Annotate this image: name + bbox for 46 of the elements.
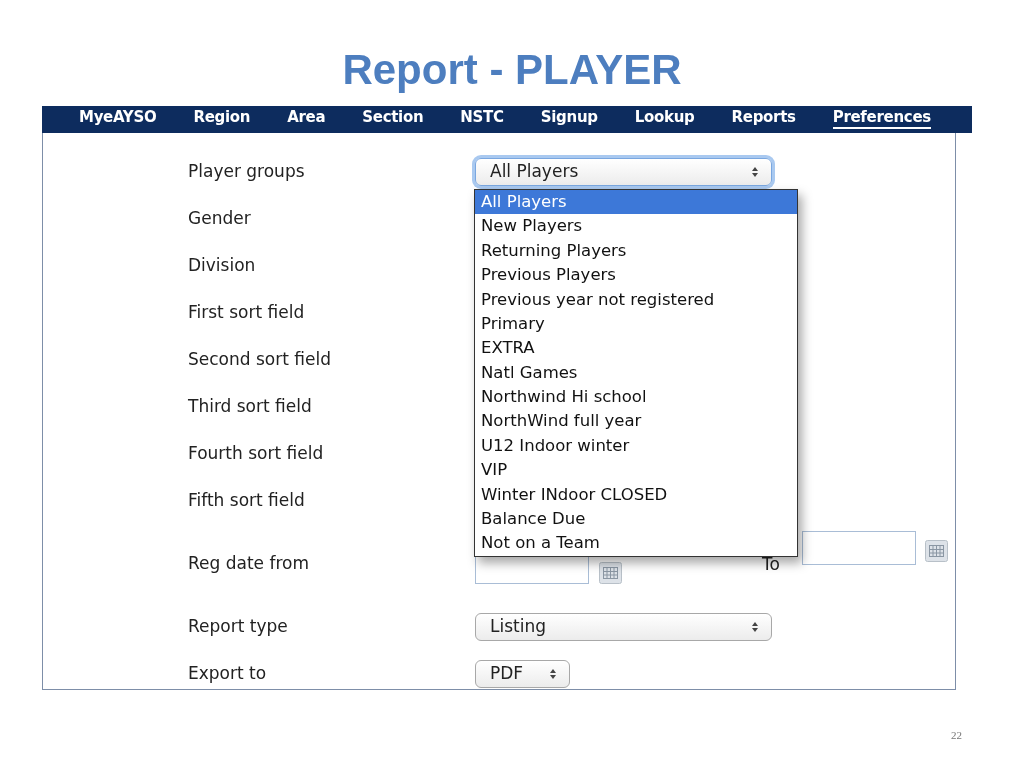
updown-arrows-icon (549, 667, 557, 680)
dropdown-option[interactable]: Winter INdoor CLOSED (475, 482, 797, 508)
date-field[interactable] (801, 531, 916, 565)
field-label: Player groups (188, 159, 306, 183)
dropdown-option[interactable]: Primary (475, 311, 797, 337)
dropdown-option[interactable]: EXTRA (475, 336, 797, 361)
date-field[interactable] (475, 556, 589, 584)
calendar-icon[interactable] (599, 562, 622, 584)
updown-arrows-icon (751, 165, 759, 178)
field-label: Export to (188, 661, 268, 685)
dropdown-option[interactable]: U12 Indoor winter (475, 433, 797, 459)
select-dropdown[interactable]: Listing (475, 612, 772, 641)
dropdown-option[interactable]: Northwind Hi school (475, 385, 797, 410)
dropdown-option[interactable]: All Players (475, 190, 797, 215)
nav-link[interactable]: Reports (731, 110, 796, 129)
dropdown-option[interactable]: NorthWind full year (475, 409, 797, 434)
field-label: Second sort field (188, 347, 332, 371)
field-label: Reg date from (188, 551, 310, 575)
calendar-icon[interactable] (924, 540, 948, 562)
dropdown-option[interactable]: VIP (475, 458, 797, 483)
field-label: Report type (188, 614, 289, 638)
field-label: Fourth sort field (188, 441, 325, 465)
slide-title: Report - PLAYER (342, 49, 682, 91)
field-label: Gender (188, 206, 252, 230)
dropdown-option[interactable]: Natl Games (475, 360, 797, 386)
dropdown-option[interactable]: Previous year not registered (475, 287, 797, 312)
nav-link[interactable]: Region (193, 110, 251, 129)
dropdown-option[interactable]: Previous Players (475, 263, 797, 288)
page-number: 22 (951, 728, 962, 743)
nav-link[interactable]: Lookup (634, 110, 695, 129)
nav-link[interactable]: MyeAYSO (79, 110, 157, 129)
dropdown-option[interactable]: Returning Players (475, 238, 797, 264)
field-label: Third sort field (188, 394, 313, 418)
nav-link[interactable]: NSTC (460, 110, 504, 129)
dropdown-option[interactable]: New Players (475, 214, 797, 239)
nav-link[interactable]: Preferences (832, 110, 931, 129)
select-dropdown[interactable]: PDF (475, 659, 570, 688)
field-label: Division (188, 253, 257, 277)
nav-link[interactable]: Signup (540, 110, 598, 129)
field-label: Fifth sort field (188, 488, 306, 512)
field-label: First sort field (188, 300, 306, 324)
nav-link[interactable]: Area (287, 110, 326, 129)
nav-link[interactable]: Section (362, 110, 424, 129)
select-dropdown[interactable]: All Players (475, 157, 772, 186)
dropdown-option[interactable]: Balance Due (475, 507, 797, 532)
updown-arrows-icon (751, 620, 759, 633)
